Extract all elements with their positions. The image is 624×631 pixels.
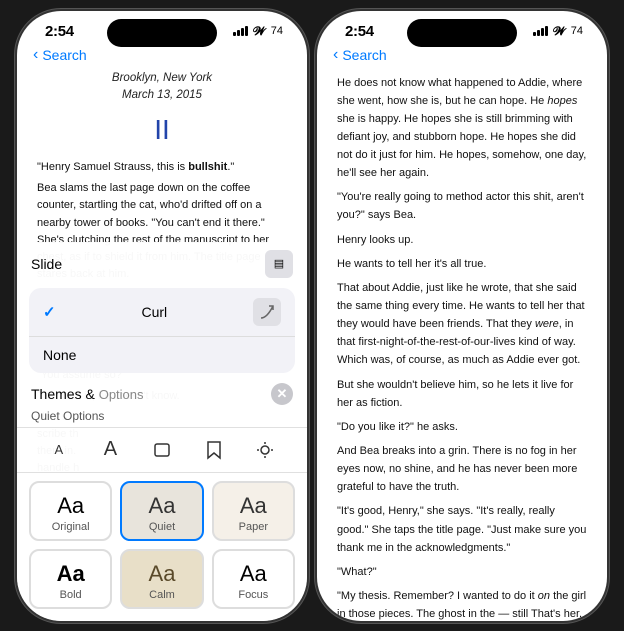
left-status-icons: 𝓦 74 xyxy=(233,24,283,39)
theme-original-label: Original xyxy=(39,521,102,533)
right-status-icons: 𝓦 74 xyxy=(533,24,583,39)
right-back-label: Search xyxy=(342,47,386,63)
left-nav-bar: ‹ Search xyxy=(17,44,307,70)
right-book-content: He does not know what happened to Addie,… xyxy=(317,70,607,621)
battery-icon: 74 xyxy=(271,25,283,37)
signal-icon xyxy=(233,26,248,36)
right-back-chevron-icon: ‹ xyxy=(333,46,338,64)
right-para-11: "My thesis. Remember? I wanted to do it … xyxy=(337,587,587,620)
wifi-icon: 𝓦 xyxy=(253,24,266,39)
right-wifi-icon: 𝓦 xyxy=(553,24,566,39)
right-para-6: But she wouldn't believe him, so he lets… xyxy=(337,376,587,412)
right-dynamic-island xyxy=(407,19,517,47)
transition-none[interactable]: None xyxy=(29,337,295,373)
theme-quiet-label: Quiet xyxy=(130,521,193,533)
left-back-label: Search xyxy=(42,47,86,63)
themes-label: Themes & Options xyxy=(31,386,144,402)
right-battery-icon: 74 xyxy=(571,25,583,37)
theme-bold-aa: Aa xyxy=(39,561,102,587)
font-decrease-button[interactable]: A xyxy=(43,434,75,466)
theme-paper-label: Paper xyxy=(222,521,285,533)
right-para-7: "Do you like it?" he asks. xyxy=(337,418,587,436)
theme-bold[interactable]: Aa Bold xyxy=(29,549,112,609)
right-para-4: He wants to tell her it's all true. xyxy=(337,255,587,273)
book-header: Brooklyn, New York March 13, 2015 II xyxy=(37,70,287,152)
curl-label: Curl xyxy=(141,304,167,320)
transition-curl[interactable]: ✓ Curl xyxy=(29,288,295,337)
left-status-time: 2:54 xyxy=(45,23,74,40)
right-signal-icon xyxy=(533,26,548,36)
slide-header: Slide xyxy=(31,256,62,272)
theme-paper-aa: Aa xyxy=(222,493,285,519)
right-para-9: "It's good, Henry," she says. "It's real… xyxy=(337,502,587,556)
right-para-10: "What?" xyxy=(337,563,587,581)
right-phone: 2:54 𝓦 74 ‹ xyxy=(317,11,607,621)
right-status-time: 2:54 xyxy=(345,23,374,40)
dynamic-island xyxy=(107,19,217,47)
theme-focus[interactable]: Aa Focus xyxy=(212,549,295,609)
right-para-3: Henry looks up. xyxy=(337,231,587,249)
curl-icon xyxy=(253,298,281,326)
font-increase-button[interactable]: A xyxy=(94,434,126,466)
left-phone: 2:54 𝓦 74 ‹ xyxy=(17,11,307,621)
theme-paper[interactable]: Aa Paper xyxy=(212,481,295,541)
transition-icon: ▤ xyxy=(265,250,293,278)
right-para-2: "You're really going to method actor thi… xyxy=(337,188,587,224)
book-location-line1: Brooklyn, New York xyxy=(37,70,287,87)
theme-quiet[interactable]: Aa Quiet xyxy=(120,481,203,541)
overlay-panel: Slide ▤ ✓ Curl None xyxy=(17,242,307,621)
none-label: None xyxy=(43,347,76,363)
themes-grid: Aa Original Aa Quiet Aa Paper xyxy=(17,473,307,621)
left-back-button[interactable]: ‹ Search xyxy=(33,46,87,64)
theme-original-aa: Aa xyxy=(39,493,102,519)
theme-calm[interactable]: Aa Calm xyxy=(120,549,203,609)
theme-focus-aa: Aa xyxy=(222,561,285,587)
bookmark-button[interactable] xyxy=(198,434,230,466)
right-para-5: That about Addie, just like he wrote, th… xyxy=(337,279,587,370)
right-nav-bar: ‹ Search xyxy=(317,44,607,70)
phones-container: 2:54 𝓦 74 ‹ xyxy=(17,11,607,621)
theme-original[interactable]: Aa Original xyxy=(29,481,112,541)
close-button[interactable]: ✕ xyxy=(271,383,293,405)
quiet-options-label: Quiet Options xyxy=(17,409,307,427)
book-location-line2: March 13, 2015 xyxy=(37,87,287,104)
theme-calm-aa: Aa xyxy=(130,561,193,587)
chapter-number: II xyxy=(37,108,287,151)
right-back-button[interactable]: ‹ Search xyxy=(333,46,387,64)
right-para-8: And Bea breaks into a grin. There is no … xyxy=(337,442,587,496)
brightness-button[interactable] xyxy=(249,434,281,466)
back-chevron-icon: ‹ xyxy=(33,46,38,64)
right-para-1: He does not know what happened to Addie,… xyxy=(337,74,587,183)
theme-quiet-aa: Aa xyxy=(130,493,193,519)
transition-options: ✓ Curl None xyxy=(29,288,295,373)
theme-focus-label: Focus xyxy=(222,589,285,601)
theme-bold-label: Bold xyxy=(39,589,102,601)
font-style-button[interactable] xyxy=(146,434,178,466)
book-para-1: "Henry Samuel Strauss, this is bullshit.… xyxy=(37,159,287,176)
themes-header: Themes & Options ✕ xyxy=(17,379,307,409)
reader-toolbar: A A xyxy=(17,427,307,473)
checkmark-icon: ✓ xyxy=(43,303,56,321)
theme-calm-label: Calm xyxy=(130,589,193,601)
